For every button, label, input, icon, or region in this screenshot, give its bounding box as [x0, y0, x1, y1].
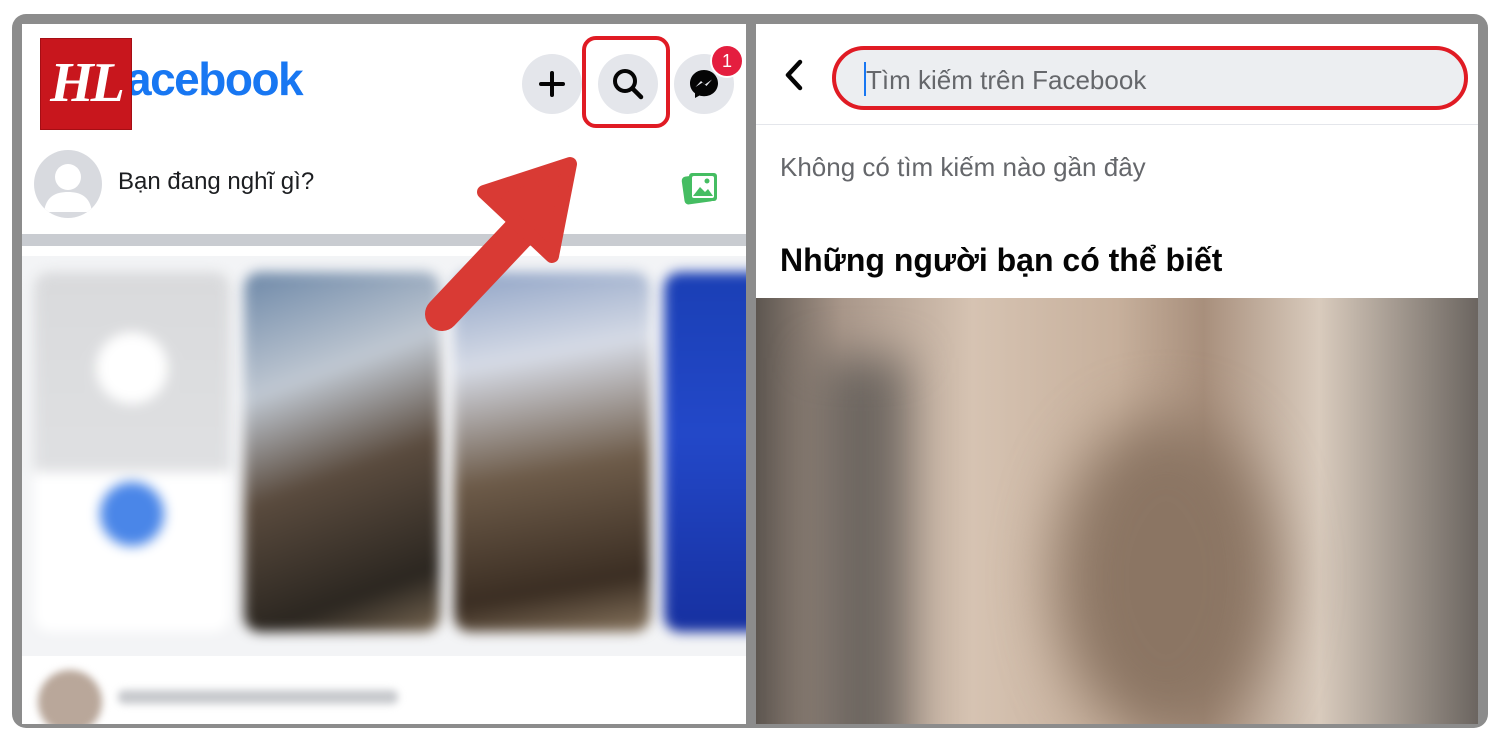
search-input[interactable] — [864, 60, 1428, 100]
facebook-header: acebook HL 1 — [22, 24, 746, 132]
back-chevron-icon[interactable] — [780, 58, 808, 92]
post-author-placeholder — [118, 690, 398, 704]
search-field[interactable] — [832, 46, 1468, 110]
post-composer[interactable]: Bạn đang nghĩ gì? — [22, 140, 746, 232]
no-recent-searches-text: Không có tìm kiếm nào gần đây — [780, 152, 1146, 182]
feed-post-header[interactable] — [22, 664, 746, 724]
create-button[interactable] — [522, 54, 582, 114]
photo-blur-shape — [816, 358, 906, 724]
create-story-card[interactable] — [34, 272, 230, 632]
search-highlight-box — [582, 36, 670, 128]
composer-placeholder[interactable]: Bạn đang nghĩ gì? — [118, 168, 314, 196]
pointer-arrow-icon — [425, 157, 577, 331]
stories-tray — [22, 256, 746, 656]
facebook-feed-panel: acebook HL 1 Bạn đang nghĩ gì? — [22, 24, 746, 724]
people-you-may-know-heading: Những người bạn có thể biết — [780, 242, 1223, 278]
avatar[interactable] — [38, 670, 102, 724]
screenshot-frame: acebook HL 1 Bạn đang nghĩ gì? Tìm kiếm … — [12, 14, 1488, 728]
avatar[interactable] — [34, 150, 102, 218]
facebook-logo[interactable]: acebook — [126, 52, 304, 106]
story-avatar — [96, 332, 168, 404]
plus-icon — [539, 71, 565, 97]
hl-watermark-logo: HL — [40, 38, 132, 130]
search-panel: Không có tìm kiếm nào gần đây Những ngườ… — [756, 24, 1478, 724]
section-divider — [22, 234, 746, 246]
suggested-person-photo[interactable] — [756, 298, 1478, 724]
photo-blur-shape — [1056, 418, 1276, 724]
photo-icon[interactable] — [680, 170, 720, 206]
story-card[interactable] — [664, 272, 746, 632]
add-story-plus-icon — [100, 482, 164, 546]
messenger-badge: 1 — [710, 44, 744, 78]
search-header — [756, 24, 1478, 125]
default-avatar-icon — [44, 164, 92, 212]
